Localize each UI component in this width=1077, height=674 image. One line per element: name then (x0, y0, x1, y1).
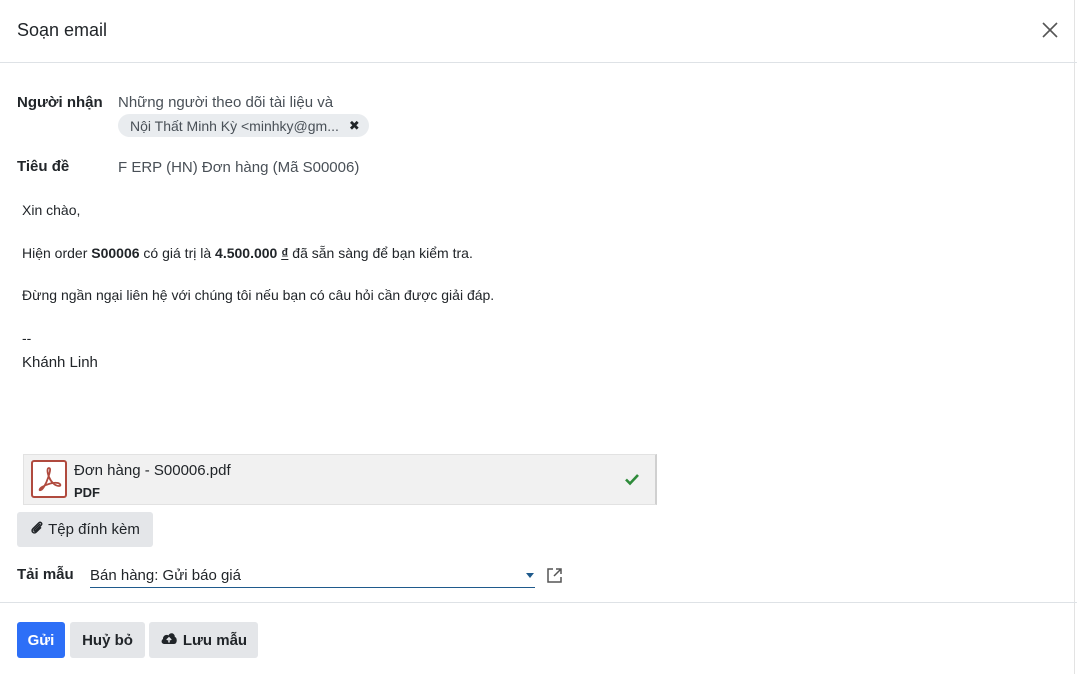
signature-separator[interactable]: -- (22, 330, 31, 346)
body-line1-suffix: đã sẵn sàng để bạn kiểm tra. (288, 245, 473, 261)
amount-value: 4.500.000 (215, 245, 282, 261)
cancel-button[interactable]: Huỷ bỏ (70, 622, 145, 658)
subject-field[interactable]: F ERP (HN) Đơn hàng (Mã S00006) (118, 159, 359, 176)
save-template-button[interactable]: Lưu mẫu (149, 622, 258, 658)
chevron-down-icon (526, 573, 534, 578)
template-select[interactable]: Bán hàng: Gửi báo giá (90, 564, 535, 588)
remove-x-icon[interactable]: ✖ (349, 118, 360, 134)
modal-title: Soạn email (17, 20, 108, 40)
attachment-card[interactable]: Đơn hàng - S00006.pdf PDF (23, 454, 657, 505)
template-label: Tải mẫu (17, 566, 74, 583)
body-line1[interactable]: Hiện order S00006 có giá trị là 4.500.00… (22, 245, 473, 261)
order-ref: S00006 (91, 245, 140, 261)
send-button[interactable]: Gửi (17, 622, 65, 658)
recipients-label: Người nhận (17, 94, 103, 111)
followers-text: Những người theo dõi tài liệu và (118, 94, 334, 111)
save-template-label: Lưu mẫu (182, 631, 248, 649)
modal-footer: Gửi Huỷ bỏ Lưu mẫu (0, 602, 1077, 674)
body-line1-middle: có giá trị là (139, 245, 216, 261)
signature-name[interactable]: Khánh Linh (22, 354, 98, 371)
attachment-type: PDF (74, 485, 100, 500)
close-icon[interactable] (1039, 19, 1061, 41)
body-greeting[interactable]: Xin chào, (22, 202, 80, 218)
recipient-tag-label: Nội Thất Minh Kỳ <minhky@gm... (130, 117, 339, 134)
pdf-file-icon (31, 460, 67, 498)
template-selected-value: Bán hàng: Gửi báo giá (90, 567, 241, 584)
body-line1-prefix: Hiện order (22, 245, 92, 261)
body-line2[interactable]: Đừng ngần ngại liên hệ với chúng tôi nếu… (22, 287, 494, 303)
attachment-name[interactable]: Đơn hàng - S00006.pdf (74, 462, 231, 479)
external-link-icon[interactable] (546, 567, 563, 584)
subject-label: Tiêu đề (17, 158, 70, 175)
recipient-tag[interactable]: Nội Thất Minh Kỳ <minhky@gm... ✖ (118, 114, 369, 137)
modal-header: Soạn email (0, 0, 1077, 63)
attach-button-label: Tệp đính kèm (48, 521, 140, 538)
cloud-upload-icon (160, 631, 178, 649)
paperclip-icon (30, 520, 44, 539)
check-icon (624, 471, 640, 487)
amount: 4.500.000 ₫ (215, 245, 288, 261)
attach-file-button[interactable]: Tệp đính kèm (17, 512, 153, 547)
